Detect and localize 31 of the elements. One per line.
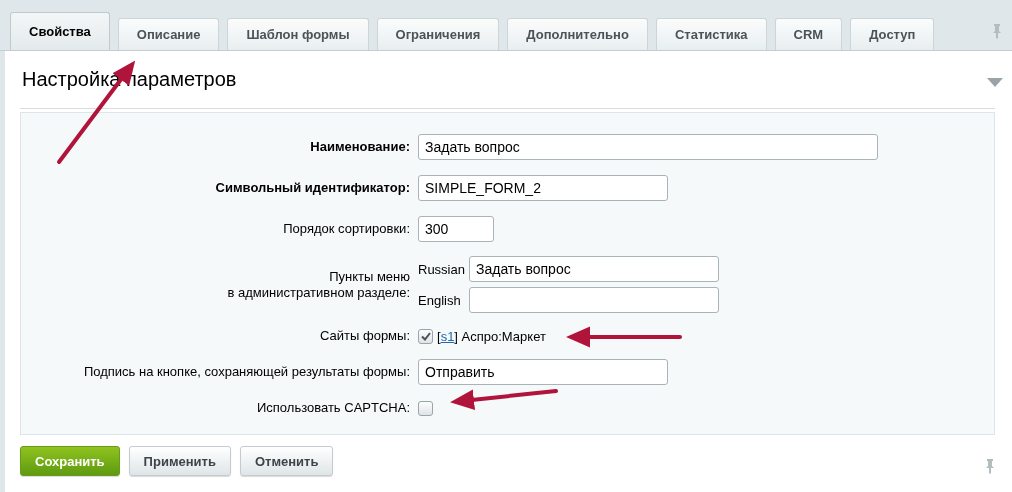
field-label: Подпись на кнопке, сохраняющей результаты формы: <box>82 363 410 380</box>
language-label: Russian <box>418 261 465 277</box>
input-field[interactable]: Задать вопрос <box>468 256 719 283</box>
input-field[interactable] <box>468 287 719 314</box>
collapse-icon[interactable] <box>987 75 1003 84</box>
field-label: Использовать CAPTCHA: <box>256 399 410 416</box>
tab[interactable]: Описание <box>117 18 220 50</box>
tab[interactable]: Доступ <box>850 18 935 50</box>
input-field[interactable]: Задать вопрос <box>418 134 878 161</box>
field-label: Наименование: <box>309 139 410 156</box>
form-button[interactable]: Применить <box>128 446 231 476</box>
tab[interactable]: Свойства <box>10 12 110 50</box>
language-label: English <box>418 292 462 308</box>
field-label: Символьный идентификатор: <box>214 180 410 197</box>
form-button[interactable]: Отменить <box>239 446 334 476</box>
tab[interactable]: Статистика <box>655 18 767 50</box>
checkbox[interactable] <box>418 328 433 344</box>
input-field[interactable]: 300 <box>418 215 494 242</box>
input-field[interactable]: Отправить <box>418 358 668 385</box>
pin-icon[interactable] <box>992 23 1002 39</box>
tab[interactable]: Дополнительно <box>507 18 648 50</box>
tab[interactable]: Ограничения <box>376 18 500 50</box>
tab[interactable]: CRM <box>774 18 843 50</box>
field-label: Порядок сортировки: <box>282 220 410 237</box>
pin-icon[interactable] <box>985 458 995 474</box>
field-label: Сайты формы: <box>319 328 410 345</box>
input-field[interactable]: SIMPLE_FORM_2 <box>418 175 668 202</box>
tab[interactable]: Шаблон формы <box>227 18 369 50</box>
site-name: [s1] Аспро:Маркет <box>437 328 546 344</box>
checkbox[interactable] <box>418 400 433 416</box>
field-label: Пункты меню в административном разделе: <box>226 268 410 301</box>
